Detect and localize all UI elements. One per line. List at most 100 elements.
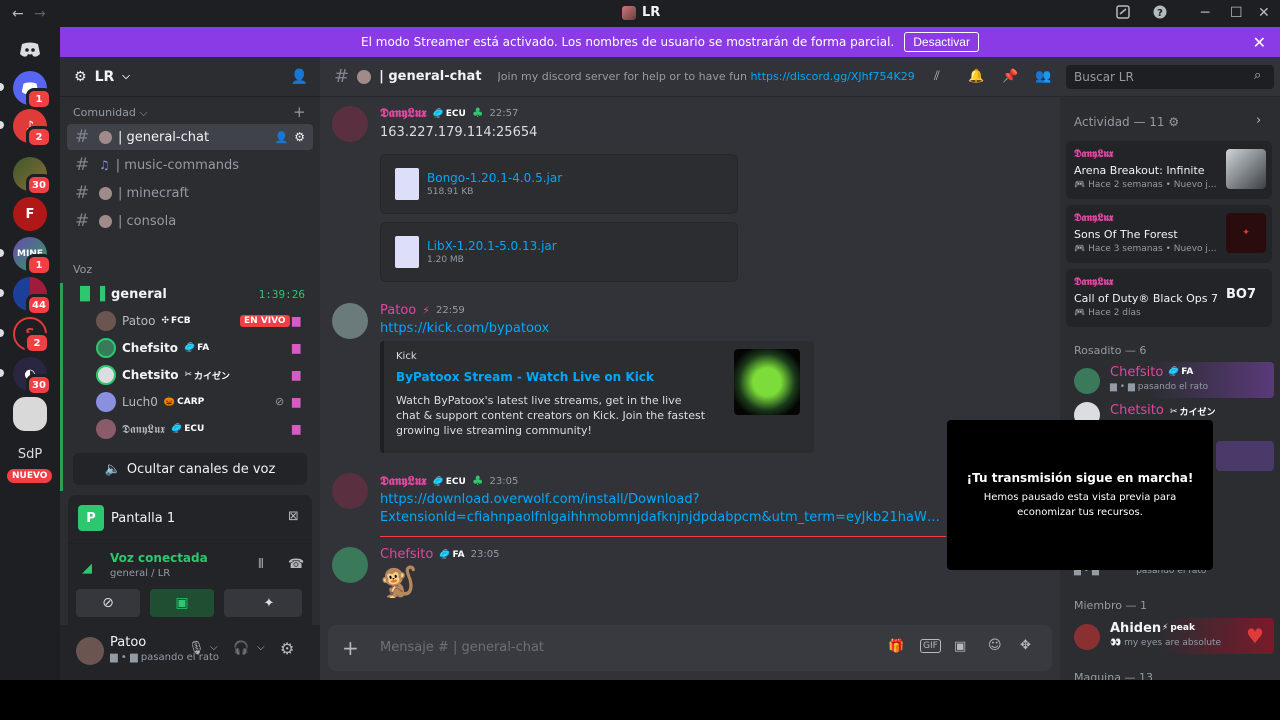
- gif-icon[interactable]: GIF: [920, 639, 941, 653]
- share-screen-button[interactable]: ▣: [150, 589, 214, 617]
- voice-user[interactable]: Chefsito 🥏 FA: [96, 336, 209, 360]
- channel-music-commands[interactable]: # ♫ | music-commands: [67, 152, 313, 178]
- voice-user-name: Chefsito: [122, 341, 178, 355]
- chevron-down-icon[interactable]: ⌵: [210, 642, 218, 653]
- message-link[interactable]: ExtensionId=cfiahnpaolfnlgaihhmobmnjdafk…: [380, 510, 946, 525]
- add-channel-icon[interactable]: +: [293, 103, 306, 121]
- hash-icon: #: [75, 127, 90, 147]
- voice-user[interactable]: Patoo ✣ FCB: [96, 309, 191, 333]
- member-row[interactable]: Chetsito ✂ カイゼン: [1066, 400, 1274, 428]
- stream-paused-overlay[interactable]: ¡Tu transmisión sigue en marcha! Hemos p…: [947, 420, 1213, 570]
- embed-thumbnail[interactable]: [734, 349, 800, 415]
- voice-user[interactable]: 𝕯𝖆𝖓𝖞𝕷𝖚𝖝 🥏 ECU: [96, 417, 204, 441]
- chevron-down-icon[interactable]: ⌵: [257, 642, 265, 653]
- search-input[interactable]: Buscar LR ⌕: [1066, 65, 1274, 89]
- emoji-icon[interactable]: ☺: [988, 638, 1002, 653]
- avatar[interactable]: [332, 106, 368, 142]
- minimize-button[interactable]: ─: [1201, 5, 1209, 21]
- invite-icon[interactable]: 👤: [275, 131, 289, 144]
- add-attachment-icon[interactable]: +: [342, 636, 359, 660]
- avatar[interactable]: [332, 547, 368, 583]
- server-green[interactable]: 30: [13, 157, 52, 196]
- server-header[interactable]: ⚙ LR ⌵ 👤: [60, 57, 320, 97]
- invite-icon[interactable]: 👤: [291, 69, 308, 85]
- channel-consola[interactable]: # | consola: [67, 208, 313, 234]
- disable-streamer-button[interactable]: Desactivar: [904, 32, 979, 52]
- category-voz[interactable]: Voz: [73, 263, 92, 276]
- microphone-icon[interactable]: 🎙: [188, 641, 205, 656]
- voice-channel-general[interactable]: ▐▌▐ general 1:39:26: [67, 281, 313, 307]
- server-dark[interactable]: ◐30: [13, 357, 52, 396]
- hide-voice-channels-button[interactable]: 🔈 Ocultar canales de voz: [73, 453, 307, 485]
- file-attachment[interactable]: Bongo-1.20.1-4.0.5.jar 518.91 KB: [380, 154, 738, 214]
- message-composer[interactable]: + Mensaje # | general-chat 🎁 GIF ▣ ☺ ✥: [328, 625, 1052, 671]
- message-author[interactable]: Chefsito: [380, 547, 433, 562]
- avatar[interactable]: [332, 473, 368, 509]
- message-link[interactable]: https://download.overwolf.com/install/Do…: [380, 492, 700, 507]
- member-row[interactable]: Chefsito 🥏 FA ▆ • ▆ pasando el rato: [1066, 362, 1274, 398]
- discord-home-icon[interactable]: [13, 33, 47, 67]
- server-f[interactable]: F: [13, 197, 47, 231]
- sticker-icon[interactable]: ▣: [954, 639, 966, 654]
- server-sdp[interactable]: SdP: [13, 437, 47, 471]
- noise-suppression-icon[interactable]: ⦀: [258, 557, 264, 572]
- user-panel: Patoo ▆ • ▆ pasando el rato 🎙 ⌵ 🎧 ⌵ ⚙: [60, 625, 320, 680]
- gift-icon[interactable]: 🎁: [888, 639, 904, 654]
- channel-topic[interactable]: Join my discord server for help or to ha…: [498, 70, 915, 83]
- message-author[interactable]: 𝕯𝖆𝖓𝖞𝕷𝖚𝖝: [380, 474, 427, 489]
- soundboard-button[interactable]: ✦: [236, 589, 302, 617]
- headphones-icon[interactable]: 🎧: [233, 641, 249, 656]
- voice-status[interactable]: Voz conectada: [110, 551, 208, 565]
- message-link[interactable]: https://kick.com/bypatoox: [380, 321, 549, 336]
- threads-icon[interactable]: ⫽: [934, 69, 940, 84]
- server-fcb[interactable]: 44: [13, 277, 52, 316]
- camera-off-button[interactable]: ⊘: [76, 589, 140, 617]
- apps-icon[interactable]: ✥: [1020, 638, 1031, 653]
- activity-card[interactable]: 𝕯𝖆𝖓𝖞𝕷𝖚𝖝 Sons Of The Forest 🎮 Hace 3 sema…: [1066, 205, 1272, 263]
- close-icon[interactable]: ✕: [1253, 33, 1266, 52]
- channel-emoji-icon: [99, 130, 112, 144]
- unread-badge: 44: [26, 294, 52, 316]
- message-author[interactable]: Patoo: [380, 303, 416, 318]
- member-list-icon[interactable]: 👥: [1035, 69, 1051, 84]
- member-row[interactable]: Ahiden ⚡ peak 👀 my eyes are absolute ♥: [1066, 618, 1274, 654]
- channel-minecraft[interactable]: # | minecraft: [67, 180, 313, 206]
- activity-card[interactable]: 𝕯𝖆𝖓𝖞𝕷𝖚𝖝 Call of Duty® Black Ops 7 🎮 Hace…: [1066, 269, 1272, 327]
- message-author[interactable]: 𝕯𝖆𝖓𝖞𝕷𝖚𝖝: [380, 106, 427, 121]
- voice-user[interactable]: Luch0 🎃 CARP: [96, 390, 204, 414]
- avatar[interactable]: [332, 303, 368, 339]
- settings-gear-icon[interactable]: ⚙: [280, 639, 294, 658]
- close-window-button[interactable]: ✕: [1258, 5, 1270, 21]
- settings-gear-icon[interactable]: ⚙: [294, 130, 305, 144]
- category-comunidad[interactable]: Comunidad ⌵: [73, 106, 148, 120]
- search-icon[interactable]: ⌕: [1254, 68, 1261, 83]
- inbox-icon[interactable]: [1116, 5, 1130, 23]
- chevron-right-icon[interactable]: ›: [1256, 113, 1261, 128]
- maximize-button[interactable]: ☐: [1230, 5, 1243, 21]
- avatar[interactable]: [76, 637, 104, 665]
- embed-title[interactable]: ByPatoox Stream - Watch Live on Kick: [396, 370, 654, 384]
- message-input[interactable]: Mensaje # | general-chat: [380, 640, 544, 655]
- server-mine[interactable]: MINE1: [13, 237, 52, 276]
- server-light[interactable]: [13, 397, 47, 431]
- forward-arrow-icon[interactable]: →: [34, 6, 46, 22]
- help-icon[interactable]: ?: [1153, 5, 1167, 23]
- pin-icon[interactable]: 📌: [1002, 69, 1018, 84]
- activity-card[interactable]: 𝕯𝖆𝖓𝖞𝕷𝖚𝖝 Arena Breakout: Infinite 🎮 Hace …: [1066, 141, 1272, 199]
- server-discord[interactable]: 1: [13, 71, 52, 110]
- streamer-icon: ⚡: [422, 304, 430, 317]
- channel-general-chat[interactable]: # | general-chat 👤 ⚙: [67, 124, 313, 150]
- file-name[interactable]: LibX-1.20.1-5.0.13.jar: [427, 239, 557, 253]
- message-time: 22:59: [435, 305, 465, 316]
- member-name: Chetsito: [1110, 403, 1164, 418]
- voice-user[interactable]: Chetsito ✂ カイゼン: [96, 363, 230, 387]
- stop-stream-icon[interactable]: ⊠: [288, 509, 299, 524]
- file-attachment[interactable]: LibX-1.20.1-5.0.13.jar 1.20 MB: [380, 222, 738, 282]
- server-red[interactable]: ♪2: [13, 109, 52, 148]
- back-arrow-icon[interactable]: ←: [12, 6, 24, 22]
- file-name[interactable]: Bongo-1.20.1-4.0.5.jar: [427, 171, 562, 185]
- server-s[interactable]: S2: [13, 317, 50, 354]
- disconnect-icon[interactable]: ☎: [288, 557, 304, 572]
- bell-icon[interactable]: 🔔: [968, 69, 984, 84]
- voice-user-name: Luch0: [122, 395, 158, 409]
